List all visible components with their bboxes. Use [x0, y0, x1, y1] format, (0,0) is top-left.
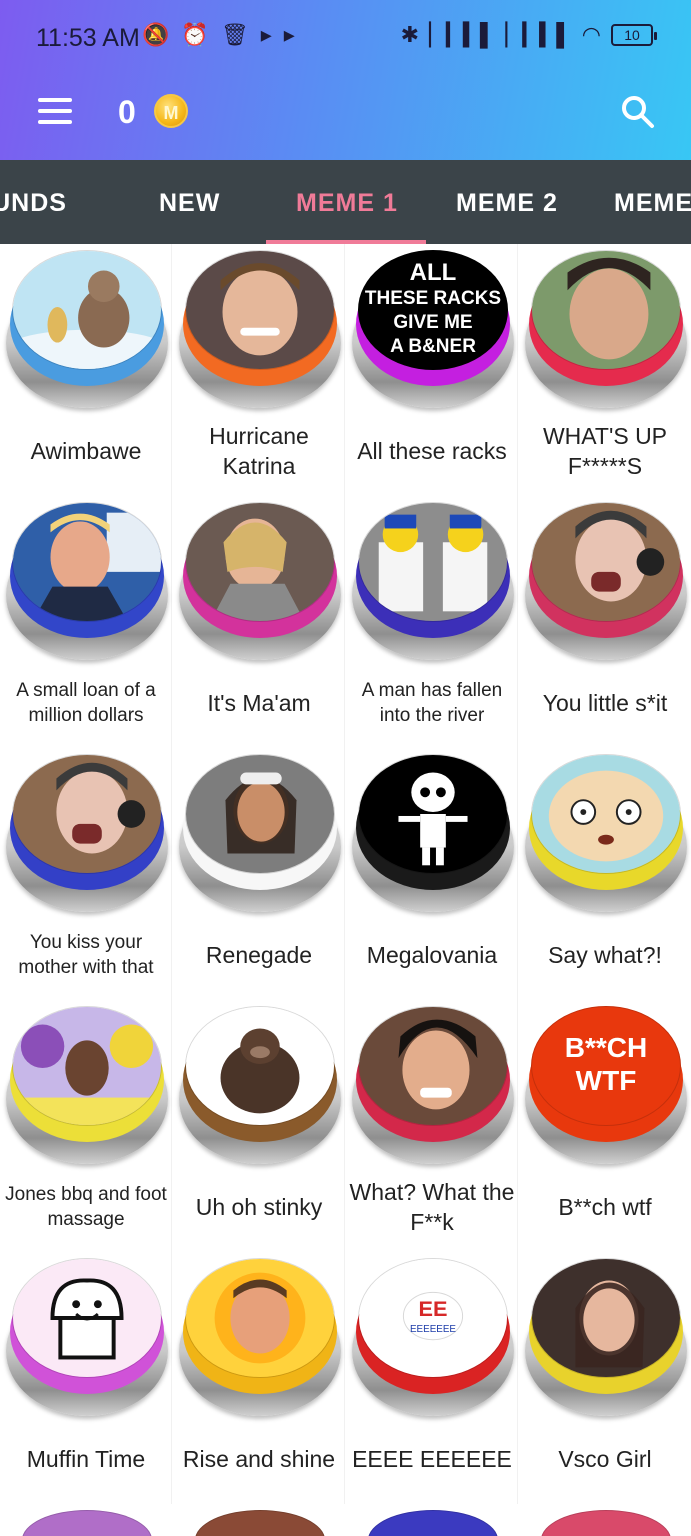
sound-button[interactable]: Hurricane Katrina: [173, 244, 345, 496]
sound-button[interactable]: Muffin Time: [0, 1252, 172, 1504]
button-label: WHAT'S UP F*****S: [542, 423, 668, 479]
battery-icon: 10: [611, 24, 657, 46]
tab-meme-1[interactable]: MEME 1: [296, 160, 398, 244]
sound-button[interactable]: EE EEEEEEE EEEE EEEEEE: [346, 1252, 518, 1504]
button-face-image: EE EEEEEEE: [358, 1258, 508, 1378]
button-face-image: ALL THESE RACKS GIVE ME A B&NER: [358, 250, 508, 370]
sound-button-grid: Awimbawe Hurricane Katrina ALL THESE RACKS G…: [0, 244, 691, 1536]
button-label: Megalovania: [366, 942, 498, 969]
coin-icon: M: [154, 94, 188, 128]
sound-button[interactable]: Rise and shine: [173, 1252, 345, 1504]
button-label: EEEE EEEEEE: [352, 1446, 512, 1473]
signal-icon: ▏▎▍▌: [505, 22, 572, 47]
wifi-icon: ◠: [581, 22, 601, 47]
button-label: You kiss your mother with that: [18, 932, 154, 978]
button-label: Hurricane Katrina: [209, 423, 309, 479]
notification-icons: 🔕 ⏰ 🗑 ▸ ▸: [142, 22, 295, 48]
button-label: What? What the F**k: [349, 1179, 515, 1235]
mute-icon: 🔕: [142, 22, 170, 47]
button-face-text: ALL THESE RACKS GIVE ME A B&NER: [364, 258, 502, 357]
coin-count: 0: [118, 94, 136, 130]
button-label: A man has fallen into the river: [361, 680, 503, 726]
tab-new[interactable]: NEW: [159, 160, 220, 244]
button-face-image: [531, 754, 681, 874]
sound-button-partial[interactable]: [368, 1510, 498, 1536]
button-face-image: [185, 502, 335, 622]
sound-button[interactable]: ALL THESE RACKS GIVE ME A B&NER All these ra…: [346, 244, 518, 496]
sound-button[interactable]: A small loan of a million dollars: [0, 496, 172, 748]
system-icons: ✱ ▏▎▍▌ ▏▎▍▌ ◠ 10: [400, 22, 657, 48]
button-face-image: [12, 754, 162, 874]
svg-text:EE: EE: [419, 1296, 448, 1321]
button-face-image: [185, 1006, 335, 1126]
trash-icon: 🗑: [220, 22, 249, 47]
sound-button[interactable]: It's Ma'am: [173, 496, 345, 748]
button-label: Renegade: [205, 942, 313, 969]
sound-button[interactable]: Renegade: [173, 748, 345, 1000]
button-face-image: [12, 250, 162, 370]
button-label: Muffin Time: [26, 1446, 146, 1473]
sound-button[interactable]: Jones bbq and foot massage: [0, 1000, 172, 1252]
button-face-image: [531, 1258, 681, 1378]
button-face-text: B**CH WTF: [564, 1031, 648, 1096]
button-label: Vsco Girl: [558, 1446, 652, 1473]
button-face-image: [358, 502, 508, 622]
button-face-image: [12, 1258, 162, 1378]
button-label: It's Ma'am: [207, 690, 311, 717]
signal-icon: ▏▎▍▌: [429, 22, 496, 47]
search-icon[interactable]: [618, 92, 658, 132]
alarm-icon: ⏰: [181, 22, 209, 47]
sound-button[interactable]: B**CH WTF B**ch wtf: [519, 1000, 691, 1252]
button-face-image: [185, 250, 335, 370]
sound-button[interactable]: Vsco Girl: [519, 1252, 691, 1504]
sound-button[interactable]: WHAT'S UP F*****S: [519, 244, 691, 496]
status-bar: 11:53 AM 🔕 ⏰ 🗑 ▸ ▸ ✱ ▏▎▍▌ ▏▎▍▌ ◠ 10: [0, 0, 691, 78]
status-time: 11:53 AM: [36, 24, 140, 52]
app-bar: 0 M: [0, 80, 691, 144]
tab-meme-2[interactable]: MEME 2: [456, 160, 558, 244]
bluetooth-icon: ✱: [400, 22, 420, 47]
tab-sounds[interactable]: SOUNDS: [0, 160, 67, 244]
button-face-image: [358, 1006, 508, 1126]
button-face-image: [185, 1258, 335, 1378]
play-icon: ▸: [260, 22, 272, 47]
sound-button[interactable]: A man has fallen into the river: [346, 496, 518, 748]
sound-button[interactable]: Megalovania: [346, 748, 518, 1000]
button-face-image: [531, 502, 681, 622]
sound-button[interactable]: Uh oh stinky: [173, 1000, 345, 1252]
button-label: Awimbawe: [30, 438, 142, 465]
tab-meme-3[interactable]: MEME 3: [614, 160, 691, 244]
sound-button-partial[interactable]: [22, 1510, 152, 1536]
button-label: Rise and shine: [182, 1446, 336, 1473]
menu-icon[interactable]: [38, 98, 72, 126]
button-label: Say what?!: [548, 942, 662, 969]
button-face-image: [531, 250, 681, 370]
button-face-image: [185, 754, 335, 874]
sound-button[interactable]: You little s*it: [519, 496, 691, 748]
sound-button-partial[interactable]: [541, 1510, 671, 1536]
sound-button[interactable]: Awimbawe: [0, 244, 172, 496]
sound-button[interactable]: Say what?!: [519, 748, 691, 1000]
svg-text:EEEEEEE: EEEEEEE: [410, 1324, 456, 1335]
sound-button-partial[interactable]: [195, 1510, 325, 1536]
header: 11:53 AM 🔕 ⏰ 🗑 ▸ ▸ ✱ ▏▎▍▌ ▏▎▍▌ ◠ 10 0 M: [0, 0, 691, 160]
play-icon: ▸: [283, 22, 295, 47]
button-face-image: B**CH WTF: [531, 1006, 681, 1126]
button-label: B**ch wtf: [558, 1194, 652, 1221]
button-label: Uh oh stinky: [195, 1194, 323, 1221]
category-tabs: SOUNDS NEW MEME 1 MEME 2 MEME 3: [0, 160, 691, 244]
button-face-image: [12, 1006, 162, 1126]
button-label: A small loan of a million dollars: [16, 680, 156, 726]
button-label: All these racks: [357, 438, 507, 465]
button-label: You little s*it: [542, 690, 668, 717]
sound-button[interactable]: What? What the F**k: [346, 1000, 518, 1252]
button-label: Jones bbq and foot massage: [5, 1184, 167, 1230]
button-face-image: [358, 754, 508, 874]
sound-button[interactable]: You kiss your mother with that: [0, 748, 172, 1000]
button-face-image: [12, 502, 162, 622]
